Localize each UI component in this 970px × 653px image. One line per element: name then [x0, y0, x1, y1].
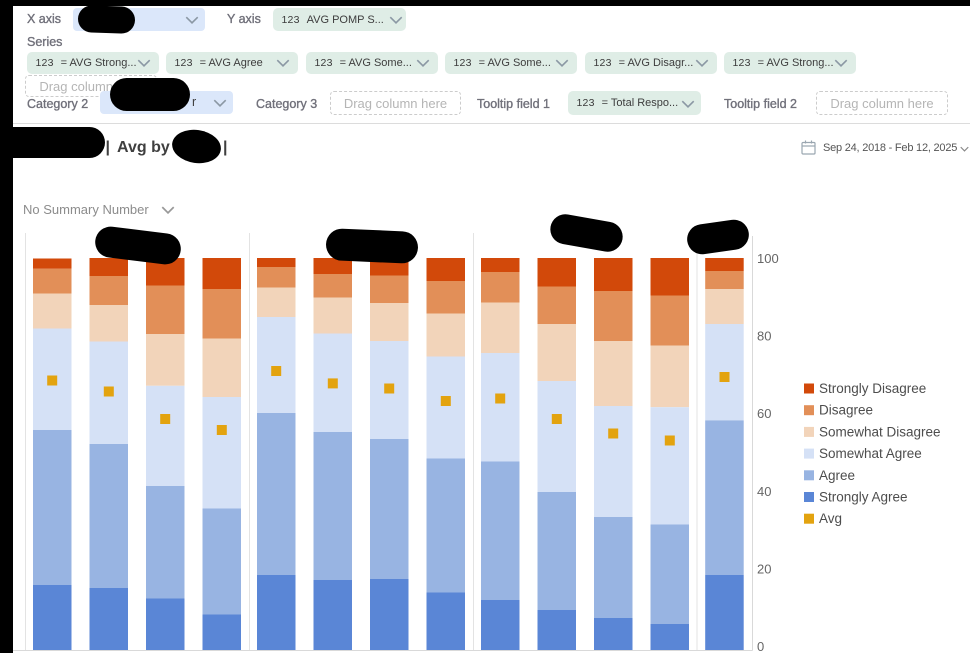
svg-text:40: 40 — [757, 484, 771, 499]
svg-text:Strongly Disagree: Strongly Disagree — [819, 381, 926, 396]
svg-text:Disagree: Disagree — [819, 403, 873, 418]
svg-text:Agree: Agree — [819, 468, 855, 483]
svg-text:Avg: Avg — [819, 511, 842, 526]
svg-text:Somewhat Agree: Somewhat Agree — [819, 446, 922, 461]
svg-text:Strongly Agree: Strongly Agree — [819, 490, 908, 505]
svg-text:100: 100 — [757, 251, 779, 266]
svg-text:20: 20 — [757, 561, 771, 576]
svg-text:80: 80 — [757, 329, 771, 344]
svg-text:0: 0 — [757, 639, 764, 653]
svg-text:Somewhat Disagree: Somewhat Disagree — [819, 424, 941, 439]
svg-text:60: 60 — [757, 406, 771, 421]
